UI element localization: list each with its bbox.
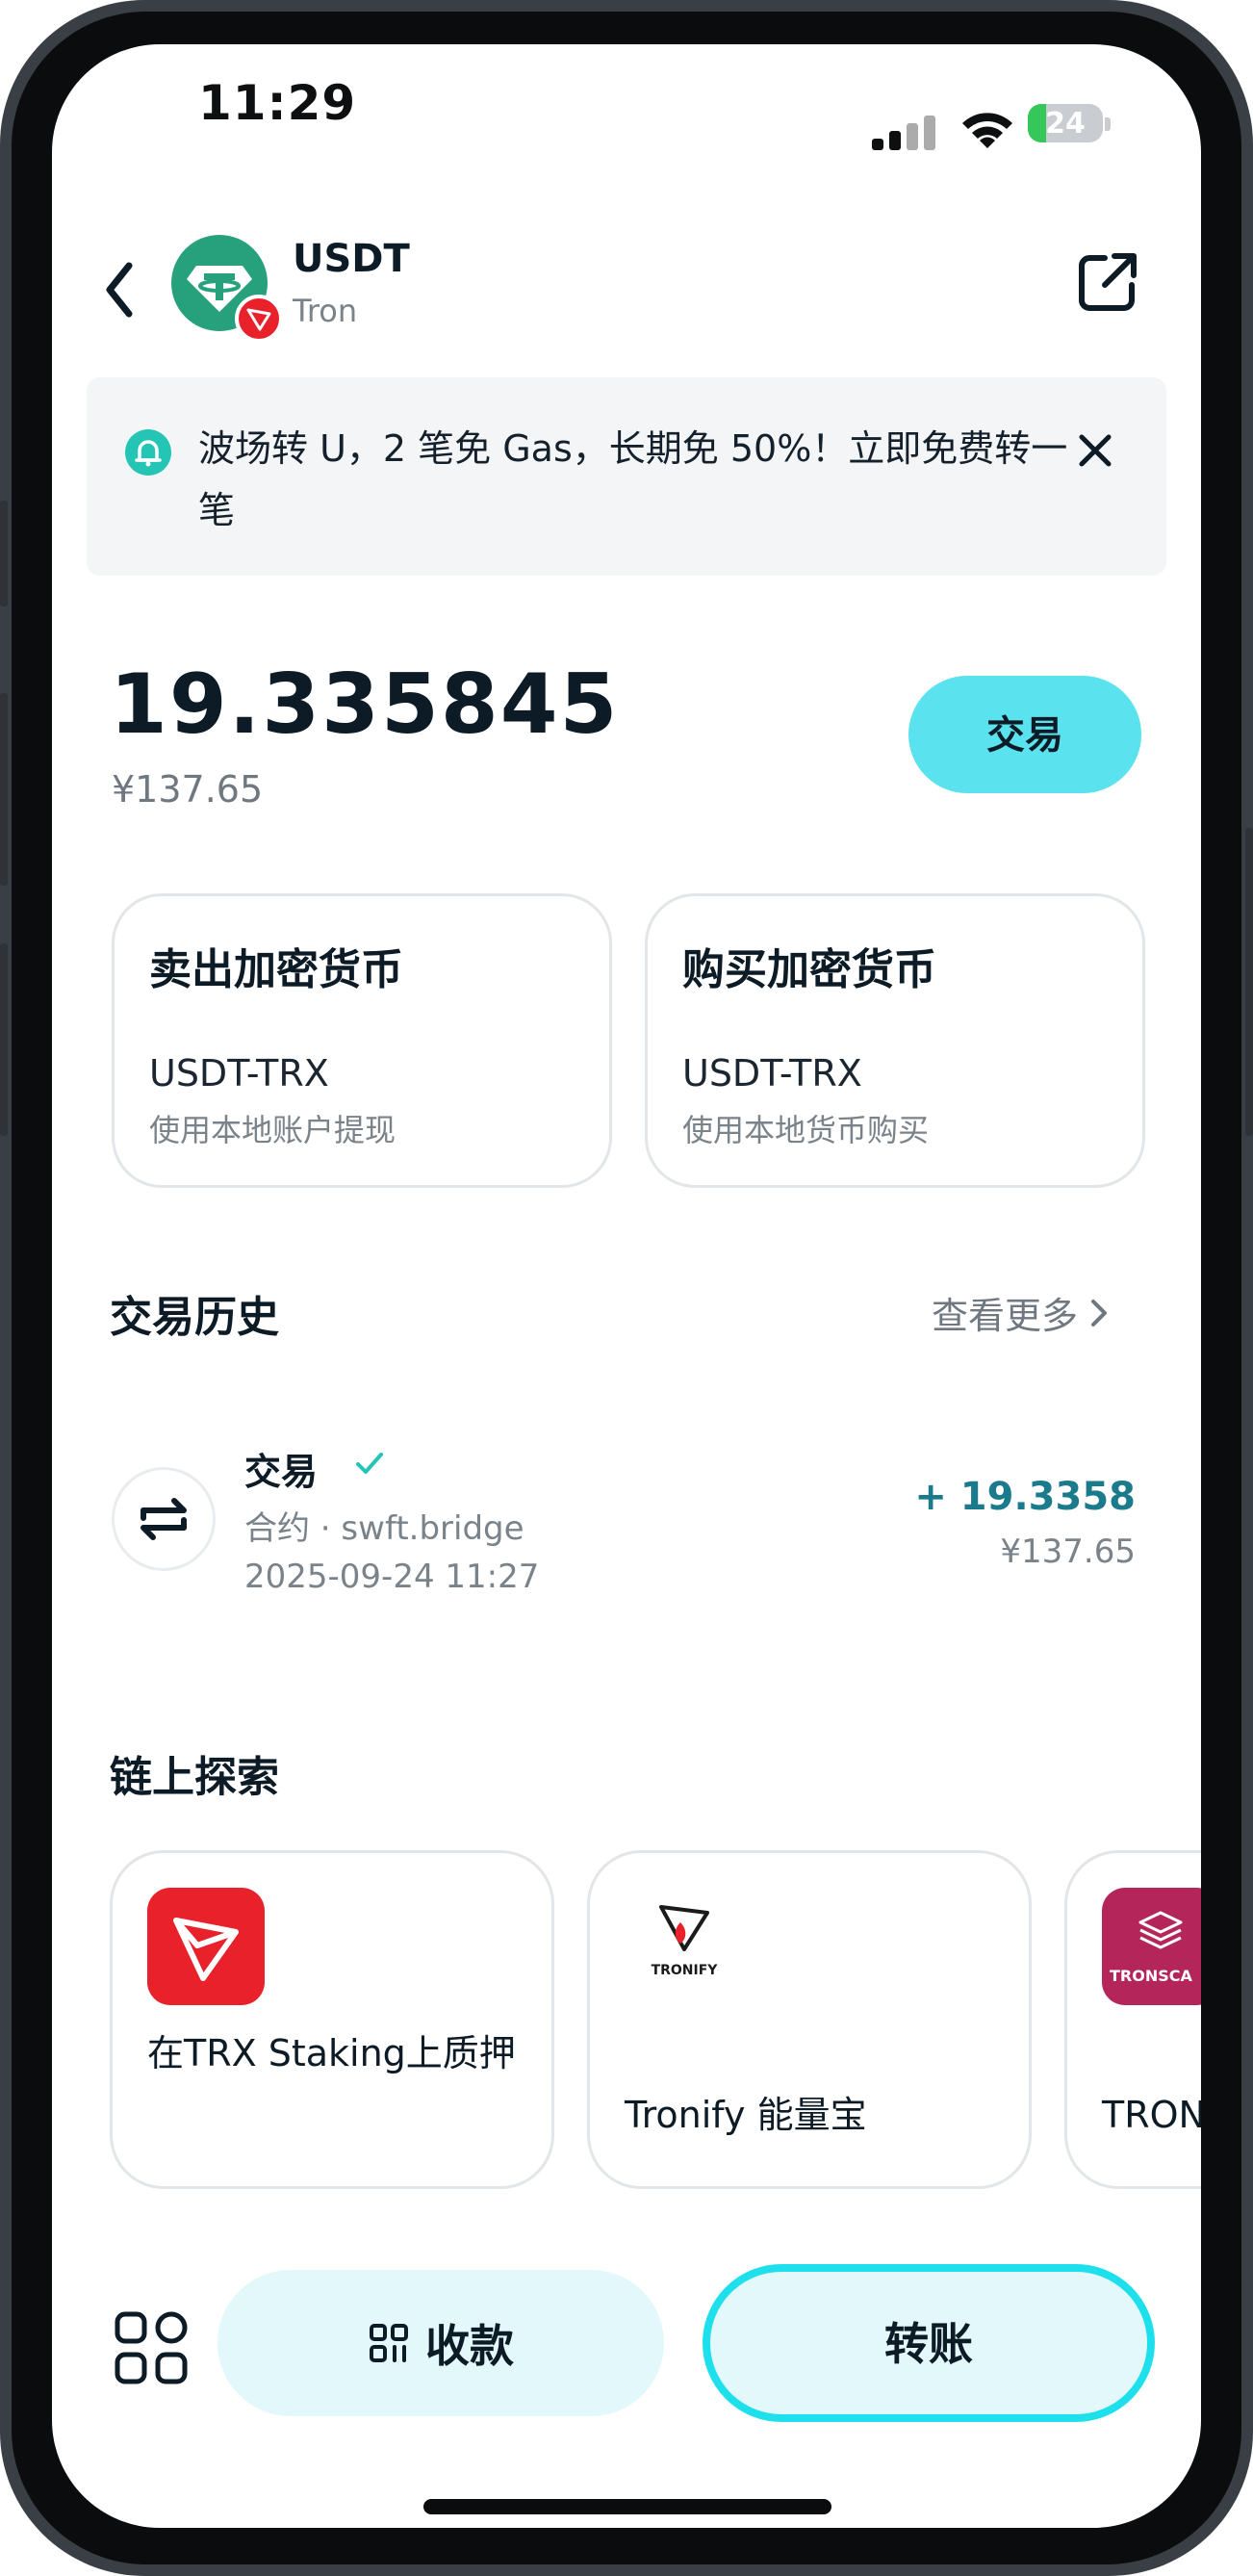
promo-banner-text[interactable]: 波场转 U，2 笔免 Gas，长期免 50%！立即免费转一笔 [198,418,1093,541]
balance-fiat-value: ¥137.65 [112,768,264,811]
close-icon[interactable] [1074,429,1116,472]
swap-arrows-icon [112,1467,216,1571]
transaction-title: 交易 [244,1451,319,1493]
tronify-logo-icon: TRONIFY [636,1901,732,1994]
battery-nub [1105,117,1111,131]
transaction-meta: 合约 · swft.bridge [244,1509,524,1548]
tronify-logo-text: TRONIFY [651,1963,718,1978]
sell-crypto-card[interactable]: 卖出加密货币 USDT-TRX 使用本地账户提现 [112,893,612,1188]
card-title: 卖出加密货币 [149,945,403,994]
trade-button-label: 交易 [986,714,1063,757]
history-section-title: 交易历史 [110,1293,279,1342]
power-button [1245,828,1253,1136]
tron-chain-badge-icon [235,295,283,343]
card-pair: USDT-TRX [682,1052,862,1095]
explore-card-label: TRON [1102,2094,1201,2136]
tronscan-logo-text: TRONSCA [1110,1967,1192,1985]
explore-card-label: Tronify 能量宝 [625,2094,867,2136]
battery-icon: 24 [1028,104,1103,142]
card-pair: USDT-TRX [149,1052,329,1095]
battery-level: 24 [1045,107,1086,141]
status-time: 11:29 [198,75,357,131]
cellular-signal-icon [872,112,939,150]
token-chain-name: Tron [293,293,358,329]
explore-card-trx-staking[interactable]: 在TRX Staking上质押 [110,1850,554,2189]
tron-logo-icon [147,1888,265,2005]
transfer-button-label: 转账 [884,2319,973,2369]
transaction-date: 2025-09-24 11:27 [244,1558,540,1596]
explore-card-label: 在TRX Staking上质押 [147,2032,516,2074]
transfer-button[interactable]: 转账 [703,2264,1155,2422]
apps-grid-icon[interactable] [112,2308,194,2391]
card-subtitle: 使用本地货币购买 [682,1112,930,1148]
card-title: 购买加密货币 [682,945,936,994]
card-subtitle: 使用本地账户提现 [149,1112,396,1148]
volume-down-button [0,943,8,1136]
check-icon [356,1453,383,1474]
share-external-link-icon[interactable] [1076,250,1139,314]
bell-icon [125,429,171,476]
mute-switch [0,501,8,606]
trade-button[interactable]: 交易 [908,676,1141,793]
receive-button-label: 收款 [425,2321,514,2371]
volume-up-button [0,693,8,886]
chevron-right-icon [1091,1299,1108,1327]
explore-section-title: 链上探索 [110,1753,279,1802]
transaction-amount: + 19.3358 [914,1475,1136,1519]
see-more-label: 查看更多 [932,1295,1079,1337]
transaction-fiat-value: ¥137.65 [1000,1533,1136,1571]
home-indicator[interactable] [423,2499,831,2514]
wifi-icon [962,113,1012,148]
tron-icon [246,308,271,331]
back-chevron-left-icon[interactable] [100,256,139,323]
explore-card-tronscan[interactable]: TRONSCA TRON [1064,1850,1201,2189]
explore-card-tronify[interactable]: TRONIFY Tronify 能量宝 [587,1850,1032,2189]
buy-crypto-card[interactable]: 购买加密货币 USDT-TRX 使用本地货币购买 [645,893,1145,1188]
token-symbol: USDT [293,237,410,281]
see-more-link[interactable]: 查看更多 [932,1286,1111,1339]
receive-button[interactable]: 收款 [217,2270,664,2416]
app-screen: 11:29 24 USDT Tron 波场转 U，2 笔免 Gas，长期免 50… [52,44,1201,2528]
token-balance: 19.335845 [110,657,620,753]
tronscan-logo-icon: TRONSCA [1102,1888,1201,2005]
qr-code-icon [370,2324,408,2362]
